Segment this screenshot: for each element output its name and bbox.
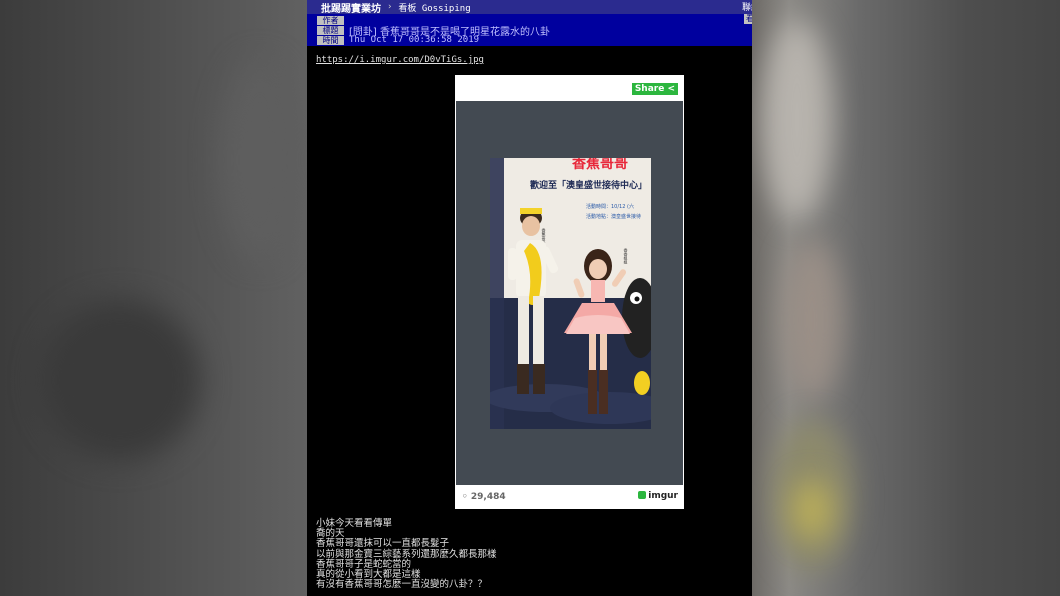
article-metadata: 作者 標題 時間 [問卦] 香蕉哥哥是不是喝了明星花露水的八卦 Thu Oct … [307, 14, 752, 46]
imgur-brand-text: imgur [648, 491, 678, 501]
image-link[interactable]: https://i.imgur.com/D0vTiGs.jpg [316, 55, 484, 65]
event-photo[interactable]: 香蕉哥哥 歡迎至「澳皇盛世接待中心」 活動時間：10/12 (六 活動地點：澳皇… [490, 158, 651, 429]
author-tag: 作者 [317, 16, 344, 25]
share-button[interactable]: Share < [631, 83, 678, 95]
body-line: 有沒有香蕉哥哥怎麼一直沒變的八卦？？ [316, 579, 488, 591]
poster-banner-title: 香蕉哥哥 [571, 158, 628, 172]
blurred-background-right [752, 0, 1060, 596]
board-tag: 看 [744, 14, 752, 24]
view-count: ◦ 29,484 [462, 492, 506, 502]
imgur-image-area[interactable]: 香蕉哥哥 歡迎至「澳皇盛世接待中心」 活動時間：10/12 (六 活動地點：澳皇… [456, 101, 683, 485]
board-link[interactable]: 看板 Gossiping [398, 1, 470, 14]
right-performer-caption: 香香姐姐 [624, 247, 629, 265]
contact-link[interactable]: 聯絡 [742, 0, 752, 13]
poster-welcome-text: 歡迎至「澳皇盛世接待中心」 [529, 179, 647, 191]
article-time: Thu Oct 17 00:36:58 2019 [349, 35, 480, 45]
imgur-brand-link[interactable]: imgur [638, 491, 678, 501]
poster-time-line: 活動時間：10/12 (六 [586, 203, 634, 210]
time-tag: 時間 [317, 36, 344, 45]
title-tag: 標題 [317, 26, 344, 35]
view-count-value: 29,484 [470, 492, 506, 502]
breadcrumb-separator: › [387, 2, 393, 12]
ptt-article-page: 批踢踢實業坊 › 看板 Gossiping 聯絡 作者 標題 時間 [問卦] 香… [307, 0, 752, 596]
imgur-logo-icon [638, 491, 647, 499]
blurred-background-left [0, 0, 307, 596]
article-body: 小妹今天看看傳單 喬的天 香蕉哥哥還抹可以一直都長髮子 以前與那金寶三綜藝系列還… [316, 518, 497, 591]
imgur-footer: ◦ 29,484 imgur [455, 485, 684, 509]
photo-illustration: 香蕉哥哥 歡迎至「澳皇盛世接待中心」 活動時間：10/12 (六 活動地點：澳皇… [490, 158, 651, 429]
top-navigation-bar: 批踢踢實業坊 › 看板 Gossiping 聯絡 [307, 0, 752, 15]
poster-place-line: 活動地點：澳皇盛世接待 [586, 213, 641, 220]
site-logo-link[interactable]: 批踢踢實業坊 [321, 0, 381, 15]
imgur-embed[interactable]: Share < 香蕉哥哥 歡迎至「澳皇盛世接待中心」 活動時間：10/12 (六… [455, 75, 684, 509]
